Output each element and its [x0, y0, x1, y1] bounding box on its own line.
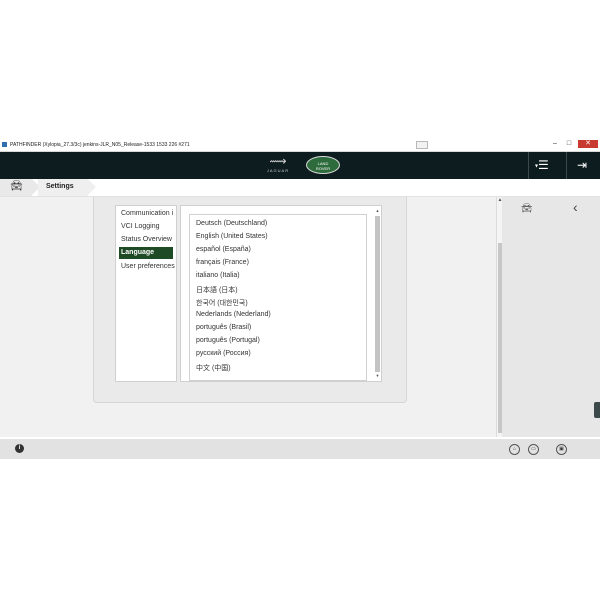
- scroll-up-arrow-icon[interactable]: ▲: [375, 208, 380, 213]
- close-button[interactable]: ✕: [578, 140, 598, 148]
- app-header: ⟿ JAGUAR LAND ROVER ▾☰ ⇥: [0, 152, 600, 179]
- info-icon[interactable]: i: [15, 444, 24, 453]
- home-button[interactable]: 🚘︎: [0, 179, 32, 196]
- jaguar-leaper-icon: ⟿: [269, 154, 287, 168]
- land-rover-logo: LAND ROVER: [306, 156, 340, 174]
- breadcrumb-separator: [88, 179, 96, 195]
- window-title: PATHFINDER (Xylopia_27.3/3c) jenkins-JLR…: [10, 142, 190, 148]
- menu-item-status-overview[interactable]: Status Overview: [116, 234, 176, 246]
- main-content: Communication i VCI Logging Status Overv…: [0, 197, 496, 437]
- window-titlebar: PATHFINDER (Xylopia_27.3/3c) jenkins-JLR…: [0, 139, 600, 152]
- breadcrumb: 🚘︎ Settings: [0, 179, 600, 197]
- network-status-icon[interactable]: ⌂: [509, 444, 520, 455]
- breadcrumb-label: Settings: [46, 183, 74, 190]
- application-window: PATHFINDER (Xylopia_27.3/3c) jenkins-JLR…: [0, 139, 600, 459]
- language-option[interactable]: 日本語 (日本): [196, 285, 238, 295]
- language-list[interactable]: Deutsch (Deutschland) English (United St…: [189, 214, 367, 381]
- scrollbar-thumb[interactable]: [375, 216, 380, 372]
- app-icon: [2, 142, 7, 147]
- right-side-panel: 🚘︎ ‹: [502, 197, 600, 437]
- land-rover-wordmark-line2: ROVER: [315, 166, 331, 171]
- language-option[interactable]: italiano (Italia): [196, 272, 240, 279]
- vci-status-icon[interactable]: ▭: [528, 444, 539, 455]
- tray-indicator-icon: [416, 141, 428, 149]
- chevron-left-icon[interactable]: ‹: [573, 199, 578, 215]
- maximize-button[interactable]: □: [562, 140, 576, 148]
- status-bar: i ⌂ ▭ ▣: [0, 439, 600, 459]
- settings-menu: Communication i VCI Logging Status Overv…: [115, 205, 177, 382]
- menu-item-communication[interactable]: Communication i: [116, 208, 176, 220]
- menu-item-vci-logging[interactable]: VCI Logging: [116, 221, 176, 233]
- car-icon: 🚘︎: [10, 181, 23, 192]
- language-option[interactable]: 한국어 (대한민국): [196, 298, 248, 308]
- language-option[interactable]: Deutsch (Deutschland): [196, 220, 267, 227]
- language-option[interactable]: русский (Россия): [196, 350, 251, 357]
- header-divider: [566, 152, 567, 179]
- language-option[interactable]: français (France): [196, 259, 249, 266]
- menu-item-language[interactable]: Language: [119, 247, 173, 259]
- language-scrollbar[interactable]: ▲ ▼: [375, 208, 380, 378]
- language-option[interactable]: English (United States): [196, 233, 268, 240]
- jaguar-logo: ⟿ JAGUAR: [258, 155, 298, 177]
- jaguar-wordmark: JAGUAR: [266, 168, 290, 173]
- language-option[interactable]: português (Portugal): [196, 337, 260, 344]
- vehicle-status-icon[interactable]: ▣: [556, 444, 567, 455]
- language-option[interactable]: português (Brasil): [196, 324, 251, 331]
- language-option[interactable]: español (España): [196, 246, 251, 253]
- menu-item-user-preferences[interactable]: User preferences: [116, 261, 176, 273]
- language-panel: Deutsch (Deutschland) English (United St…: [180, 205, 382, 382]
- hamburger-menu-icon[interactable]: ▾☰: [535, 158, 549, 172]
- exit-icon[interactable]: ⇥: [574, 158, 590, 172]
- language-option[interactable]: Nederlands (Nederland): [196, 311, 271, 318]
- side-drawer-handle[interactable]: [594, 402, 600, 418]
- header-divider: [528, 152, 529, 179]
- language-option[interactable]: 中文 (中国): [196, 363, 231, 373]
- vehicle-icon[interactable]: 🚘︎: [521, 203, 532, 214]
- scroll-down-arrow-icon[interactable]: ▼: [375, 373, 380, 378]
- minimize-button[interactable]: –: [548, 140, 562, 148]
